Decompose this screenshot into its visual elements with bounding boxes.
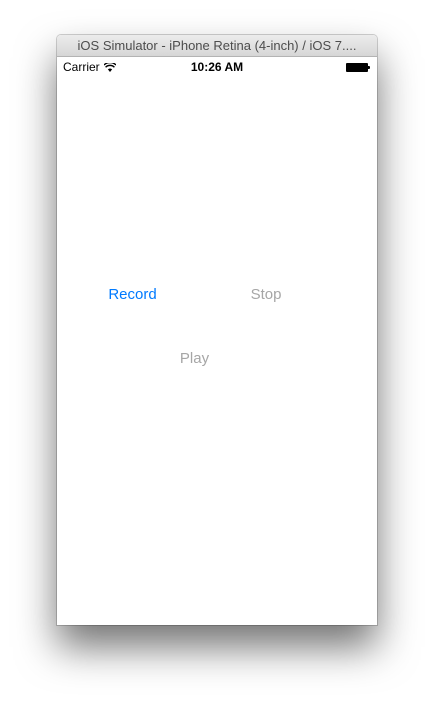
status-time: 10:26 AM	[190, 60, 244, 74]
device-screen: Carrier 10:26 AM Record Stop Play	[57, 57, 377, 625]
play-button[interactable]: Play	[167, 348, 222, 368]
record-button[interactable]: Record	[97, 284, 168, 304]
window-titlebar[interactable]: iOS Simulator - iPhone Retina (4-inch) /…	[57, 35, 377, 57]
battery-icon	[346, 63, 371, 72]
status-bar: Carrier 10:26 AM	[57, 57, 377, 77]
stop-button[interactable]: Stop	[237, 284, 295, 304]
window-title: iOS Simulator - iPhone Retina (4-inch) /…	[77, 38, 357, 53]
simulator-window: iOS Simulator - iPhone Retina (4-inch) /…	[57, 35, 377, 625]
